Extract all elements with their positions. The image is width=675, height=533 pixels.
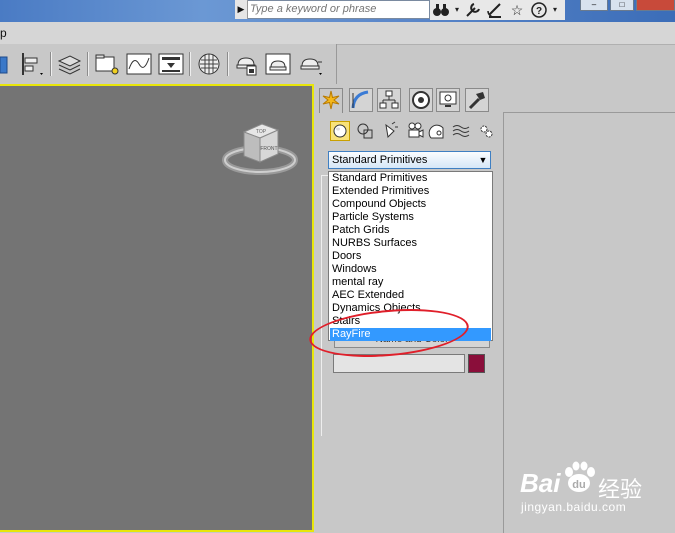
viewcube-top-label: TOP: [256, 129, 267, 135]
dropdown-arrow-icon[interactable]: ▾: [454, 2, 460, 18]
schematic-view-icon[interactable]: [158, 51, 184, 77]
dropdown-option[interactable]: Extended Primitives: [330, 185, 491, 198]
menu-item-partial[interactable]: p: [0, 26, 7, 40]
link-icon[interactable]: [0, 51, 10, 77]
helpers-category-icon[interactable]: [428, 121, 448, 141]
align-icon[interactable]: [18, 51, 44, 77]
svg-text:?: ?: [536, 6, 542, 17]
object-type-dropdown[interactable]: Standard Primitives: [328, 151, 491, 169]
object-name-field[interactable]: [333, 354, 465, 373]
dropdown-option[interactable]: Doors: [330, 250, 491, 263]
dropdown-option[interactable]: Patch Grids: [330, 224, 491, 237]
dropdown-option[interactable]: AEC Extended: [330, 289, 491, 302]
render-setup-icon[interactable]: [233, 51, 259, 77]
viewcube-front-label: FRONT: [260, 146, 277, 152]
main-toolbar: [0, 44, 337, 84]
curve-editor-icon[interactable]: [126, 51, 152, 77]
menu-bar: [0, 22, 675, 45]
help-dropdown-arrow-icon[interactable]: ▾: [552, 2, 558, 18]
object-color-swatch[interactable]: [468, 354, 485, 373]
wrench-icon[interactable]: [464, 2, 482, 18]
binoculars-icon[interactable]: [432, 2, 450, 18]
dropdown-option[interactable]: NURBS Surfaces: [330, 237, 491, 250]
infocenter-toolbar: ▾ ☆ ? ▾: [430, 0, 565, 20]
dropdown-option[interactable]: Windows: [330, 263, 491, 276]
search-input[interactable]: [248, 1, 430, 17]
maximize-button[interactable]: □: [610, 0, 634, 11]
satellite-icon[interactable]: [486, 2, 504, 18]
shapes-category-icon[interactable]: [355, 121, 375, 141]
space-warps-category-icon[interactable]: [451, 121, 471, 141]
baidu-paw-icon: du: [565, 461, 595, 492]
geometry-category-icon[interactable]: [330, 121, 350, 141]
hierarchy-tab[interactable]: [377, 88, 401, 112]
cameras-category-icon[interactable]: [405, 121, 425, 141]
toolbar-separator: [50, 52, 52, 76]
watermark-url: jingyan.baidu.com: [521, 500, 627, 514]
baidu-jingyan-watermark: Bai du 经验: [520, 460, 670, 504]
close-button[interactable]: [636, 0, 675, 11]
toolbar-separator: [189, 52, 191, 76]
material-editor-icon[interactable]: [196, 51, 222, 77]
window-controls: – □: [580, 0, 675, 12]
watermark-brand: Bai: [520, 468, 561, 498]
dropdown-option[interactable]: Particle Systems: [330, 211, 491, 224]
display-tab[interactable]: [436, 88, 460, 112]
lights-category-icon[interactable]: [380, 121, 400, 141]
viewcube-icon[interactable]: TOP FRONT: [222, 116, 298, 178]
watermark-paw-text: du: [572, 479, 585, 491]
search-expand-arrow-icon[interactable]: ▶: [235, 0, 248, 19]
modify-tab[interactable]: [349, 88, 373, 112]
scene-explorer-icon[interactable]: [94, 51, 120, 77]
motion-tab[interactable]: [409, 88, 433, 112]
minimize-button[interactable]: –: [580, 0, 608, 11]
systems-category-icon[interactable]: [476, 121, 496, 141]
layer-manager-icon[interactable]: [56, 51, 82, 77]
dropdown-arrow-icon[interactable]: ▼: [477, 153, 489, 167]
dropdown-option[interactable]: Compound Objects: [330, 198, 491, 211]
create-tab[interactable]: [319, 88, 343, 113]
rendered-frame-window-icon[interactable]: [265, 51, 291, 77]
toolbar-separator: [87, 52, 89, 76]
dropdown-option[interactable]: Standard Primitives: [330, 172, 491, 185]
star-icon[interactable]: ☆: [508, 2, 526, 18]
toolbar-separator: [227, 52, 229, 76]
perspective-viewport[interactable]: TOP FRONT: [0, 84, 314, 532]
dropdown-option[interactable]: mental ray: [330, 276, 491, 289]
help-icon[interactable]: ?: [530, 2, 548, 18]
render-production-icon[interactable]: [297, 51, 323, 77]
utilities-tab[interactable]: [465, 88, 489, 112]
